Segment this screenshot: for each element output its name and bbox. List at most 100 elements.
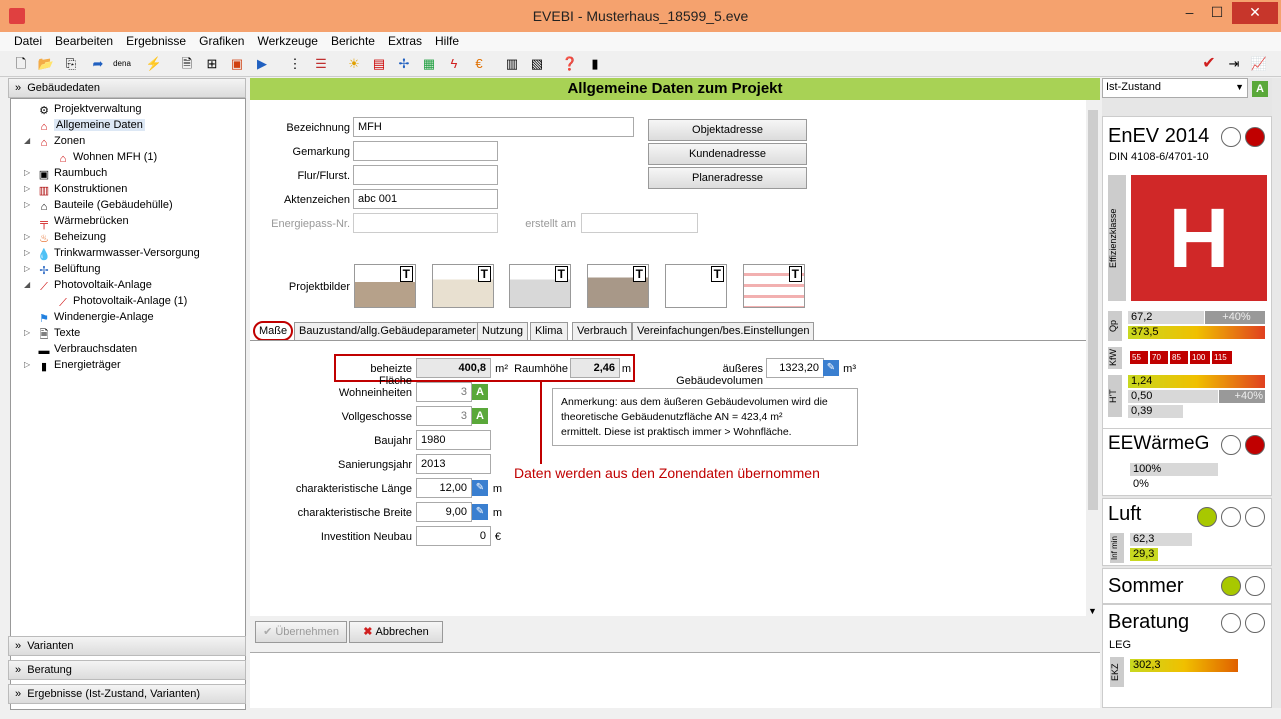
edit-pencil-icon[interactable]: ✎ xyxy=(472,480,488,496)
tree-trinkwarmwasser[interactable]: ▷ 💧 Trinkwarmwasser-Versorgung xyxy=(24,245,200,261)
auto-a-icon[interactable]: A xyxy=(1252,81,1268,97)
tab-klima[interactable]: Klima xyxy=(530,322,568,340)
tab-masse[interactable]: Maße xyxy=(253,321,294,341)
euro-icon[interactable]: € xyxy=(470,55,488,73)
bezeichnung-input[interactable]: MFH xyxy=(353,117,634,137)
chart-icon[interactable]: 📈 xyxy=(1250,55,1268,73)
sun-icon[interactable]: ☀ xyxy=(345,55,363,73)
auto-a-icon[interactable]: A xyxy=(472,408,488,424)
tab-nutzung[interactable]: Nutzung xyxy=(477,322,528,340)
menu-bearbeiten[interactable]: Bearbeiten xyxy=(48,32,119,48)
tab-bauzustand[interactable]: Bauzustand/allg.Gebäudeparameter xyxy=(294,322,481,340)
variant-select[interactable]: Ist-Zustand ▼ xyxy=(1102,78,1248,98)
maximize-button[interactable]: ☐ xyxy=(1204,2,1230,24)
grid-icon[interactable]: ▦ xyxy=(420,55,438,73)
tree-icon[interactable]: ⋮ xyxy=(286,55,304,73)
menu-hilfe[interactable]: Hilfe xyxy=(428,32,465,48)
investition-input[interactable]: 0 xyxy=(416,526,491,546)
tree-zonen[interactable]: ◢ ⌂ Zonen xyxy=(24,133,85,149)
export-arrow-icon[interactable]: ➦ xyxy=(89,55,107,73)
report-icon[interactable]: ▥ xyxy=(503,55,521,73)
phone-icon[interactable]: ▮ xyxy=(586,55,604,73)
project-image-4[interactable]: T xyxy=(587,264,649,308)
wand-icon[interactable]: ⚡ xyxy=(145,55,163,73)
tree-belueftung[interactable]: ▷ ✢ Belüftung xyxy=(24,261,100,277)
scrollbar[interactable]: ▼ xyxy=(1086,100,1100,616)
volumen-input[interactable]: 1323,20 xyxy=(766,358,824,378)
expand-icon[interactable]: ▷ xyxy=(24,245,30,261)
tree-windenergie[interactable]: ⚑ Windenergie-Anlage xyxy=(37,309,154,325)
tab-verbrauch[interactable]: Verbrauch xyxy=(572,322,633,340)
right-scrollbar[interactable] xyxy=(1272,78,1281,708)
tree-waermebruecken[interactable]: ╤ Wärmebrücken xyxy=(37,213,128,229)
copy-icon[interactable]: ⎘ xyxy=(62,55,80,73)
menu-extras[interactable]: Extras xyxy=(381,32,428,48)
window-icon[interactable]: ▤ xyxy=(370,55,388,73)
edit-pencil-icon[interactable]: ✎ xyxy=(823,360,839,376)
document-icon[interactable]: 🗎 xyxy=(178,55,196,73)
menu-grafiken[interactable]: Grafiken xyxy=(192,32,250,48)
laenge-input[interactable]: 12,00 xyxy=(416,478,472,498)
tree-energietraeger[interactable]: ▷ ▮ Energieträger xyxy=(24,357,121,373)
minimize-button[interactable]: – xyxy=(1176,2,1203,24)
expand-icon[interactable]: ▷ xyxy=(24,197,30,213)
tree-konstruktionen[interactable]: ▷ ▥ Konstruktionen xyxy=(24,181,127,197)
fan-icon[interactable]: ✢ xyxy=(395,55,413,73)
tree-projektverwaltung[interactable]: ⚙ Projektverwaltung xyxy=(37,101,141,117)
planeradresse-button[interactable]: Planeradresse xyxy=(648,167,807,189)
ergebnisse-header[interactable]: » Ergebnisse (Ist-Zustand, Varianten) xyxy=(8,684,246,704)
tree-bauteile[interactable]: ▷ ⌂ Bauteile (Gebäudehülle) xyxy=(24,197,173,213)
breite-input[interactable]: 9,00 xyxy=(416,502,472,522)
expand-icon[interactable]: ▷ xyxy=(24,325,30,341)
tab-vereinfachungen[interactable]: Vereinfachungen/bes.Einstellungen xyxy=(632,322,815,340)
project-image-5[interactable]: T xyxy=(665,264,727,308)
list-icon[interactable]: ☰ xyxy=(312,55,330,73)
energiepass-input[interactable] xyxy=(353,213,498,233)
objektadresse-button[interactable]: Objektadresse xyxy=(648,119,807,141)
collapse-icon[interactable]: ◢ xyxy=(24,277,30,293)
tree-allgemeine-daten[interactable]: ⌂ Allgemeine Daten xyxy=(37,117,145,133)
check-icon[interactable]: ✔ xyxy=(1200,55,1218,73)
pdf-icon[interactable]: ▣ xyxy=(228,55,246,73)
tree-wohnen-mfh[interactable]: ⌂ Wohnen MFH (1) xyxy=(56,149,157,165)
gemarkung-input[interactable] xyxy=(353,141,498,161)
baujahr-input[interactable]: 1980 xyxy=(416,430,491,450)
project-image-2[interactable]: T xyxy=(432,264,494,308)
uebernehmen-button[interactable]: ✔ Übernehmen xyxy=(255,621,347,643)
erstellt-input[interactable] xyxy=(581,213,698,233)
beratung-header[interactable]: » Beratung xyxy=(8,660,246,680)
varianten-header[interactable]: » Varianten xyxy=(8,636,246,656)
sanierungsjahr-input[interactable]: 2013 xyxy=(416,454,491,474)
abbrechen-button[interactable]: ✖ Abbrechen xyxy=(349,621,443,643)
aktenzeichen-input[interactable]: abc 001 xyxy=(353,189,498,209)
help-icon[interactable]: ❓ xyxy=(561,55,579,73)
tree-beheizung[interactable]: ▷ ♨ Beheizung xyxy=(24,229,106,245)
open-folder-icon[interactable]: 📂 xyxy=(37,55,55,73)
project-image-6[interactable]: T xyxy=(743,264,805,308)
project-image-1[interactable]: T xyxy=(354,264,416,308)
expand-icon[interactable]: ▷ xyxy=(24,357,30,373)
expand-icon[interactable]: ▷ xyxy=(24,165,30,181)
export-blue-icon[interactable]: ▶ xyxy=(253,55,271,73)
collapse-icon[interactable]: ◢ xyxy=(24,133,30,149)
tree-verbrauchsdaten[interactable]: ▬ Verbrauchsdaten xyxy=(37,341,138,357)
report-edit-icon[interactable]: ▧ xyxy=(528,55,546,73)
tree-photovoltaik-1[interactable]: ⟋ Photovoltaik-Anlage (1) xyxy=(56,293,187,309)
new-file-icon[interactable]: 🗋 xyxy=(12,55,30,73)
scroll-thumb[interactable] xyxy=(1088,110,1098,510)
auto-a-icon[interactable]: A xyxy=(472,384,488,400)
expand-icon[interactable]: ▷ xyxy=(24,181,30,197)
gebaeudedaten-header[interactable]: » Gebäudedaten xyxy=(8,78,246,98)
tree-photovoltaik[interactable]: ◢ ⟋ Photovoltaik-Anlage xyxy=(24,277,152,293)
edit-pencil-icon[interactable]: ✎ xyxy=(472,504,488,520)
structure-icon[interactable]: ⊞ xyxy=(203,55,221,73)
dena-button[interactable]: dena xyxy=(110,55,134,73)
close-button[interactable]: ✕ xyxy=(1232,2,1278,24)
expand-icon[interactable]: ▷ xyxy=(24,261,30,277)
tree-raumbuch[interactable]: ▷ ▣ Raumbuch xyxy=(24,165,107,181)
menu-ergebnisse[interactable]: Ergebnisse xyxy=(119,32,192,48)
flur-input[interactable] xyxy=(353,165,498,185)
lightning-icon[interactable]: ϟ xyxy=(445,55,463,73)
kundenadresse-button[interactable]: Kundenadresse xyxy=(648,143,807,165)
menu-datei[interactable]: Datei xyxy=(0,32,48,48)
